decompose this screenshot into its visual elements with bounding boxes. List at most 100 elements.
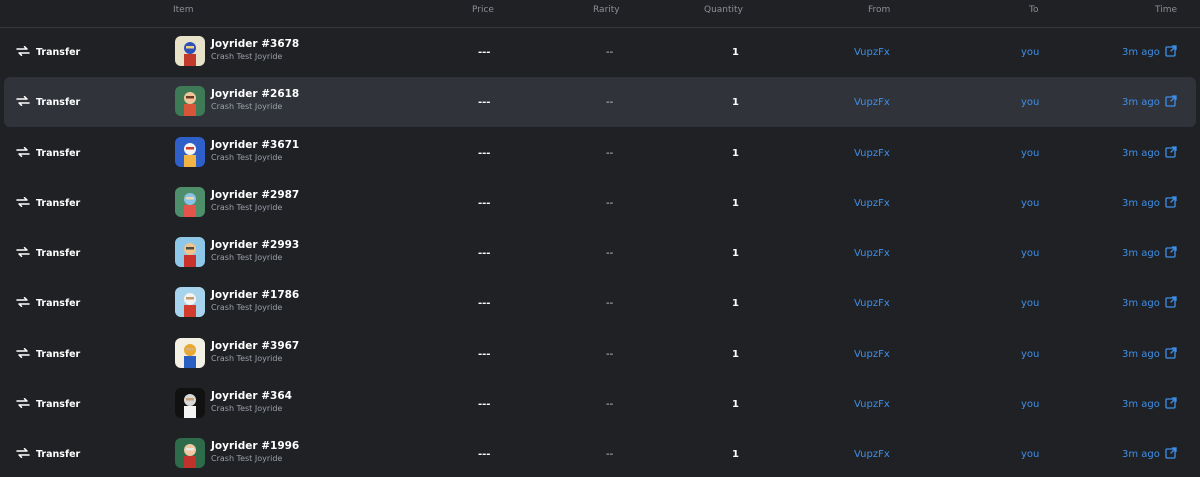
from-link[interactable]: VupzFx [854,278,890,328]
collection-name[interactable]: Crash Test Joyride [211,302,299,313]
table-row[interactable]: Transfer Joyrider #2618 Crash Test Joyri… [4,77,1196,127]
collection-name[interactable]: Crash Test Joyride [211,152,299,163]
nft-thumbnail[interactable] [175,338,205,368]
table-row[interactable]: Transfer Joyrider #364 Crash Test Joyrid… [4,379,1196,429]
external-link-icon[interactable] [1160,195,1177,211]
time-link[interactable]: 3m ago [1122,278,1177,328]
time-label[interactable]: 3m ago [1122,198,1160,209]
time-link[interactable]: 3m ago [1122,329,1177,379]
table-row[interactable]: Transfer Joyrider #2993 Crash Test Joyri… [4,228,1196,278]
item-info: Joyrider #3678 Crash Test Joyride [211,38,299,62]
to-link[interactable]: you [1021,128,1039,178]
event-label: Transfer [36,348,81,360]
external-link-icon[interactable] [1160,396,1177,412]
nft-thumbnail[interactable] [175,388,205,418]
external-link-icon[interactable] [1160,145,1177,161]
transfer-arrows-icon [16,246,36,260]
time-link[interactable]: 3m ago [1122,77,1177,127]
nft-thumbnail[interactable] [175,187,205,217]
transfer-arrows-icon [16,196,36,210]
transfer-arrows-icon [16,146,36,160]
time-label[interactable]: 3m ago [1122,248,1160,259]
item-name-link[interactable]: Joyrider #3967 [211,340,299,353]
time-link[interactable]: 3m ago [1122,429,1177,477]
time-label[interactable]: 3m ago [1122,97,1160,108]
collection-name[interactable]: Crash Test Joyride [211,51,299,62]
to-link[interactable]: you [1021,379,1039,429]
from-link[interactable]: VupzFx [854,429,890,477]
item-name-link[interactable]: Joyrider #364 [211,390,292,403]
from-link[interactable]: VupzFx [854,178,890,228]
external-link-icon[interactable] [1160,94,1177,110]
time-link[interactable]: 3m ago [1122,379,1177,429]
event-cell: Transfer [16,27,80,77]
item-name-link[interactable]: Joyrider #3671 [211,139,299,152]
time-label[interactable]: 3m ago [1122,148,1160,159]
external-link-icon[interactable] [1160,346,1177,362]
to-link[interactable]: you [1021,77,1039,127]
nft-thumbnail[interactable] [175,438,205,468]
collection-name[interactable]: Crash Test Joyride [211,101,299,112]
external-link-icon[interactable] [1160,44,1177,60]
collection-name[interactable]: Crash Test Joyride [211,453,299,464]
item-name-link[interactable]: Joyrider #2993 [211,239,299,252]
from-link[interactable]: VupzFx [854,128,890,178]
event-cell: Transfer [16,77,80,127]
rarity-value: -- [606,197,614,209]
time-label[interactable]: 3m ago [1122,349,1160,360]
rarity-value: -- [606,247,614,259]
activity-table: Item Price Rarity Quantity From To Time … [0,0,1200,477]
external-link-icon[interactable] [1160,245,1177,261]
price-value: --- [478,297,491,309]
to-link[interactable]: you [1021,228,1039,278]
nft-thumbnail[interactable] [175,36,205,66]
time-label[interactable]: 3m ago [1122,47,1160,58]
to-link[interactable]: you [1021,278,1039,328]
table-row[interactable]: Transfer Joyrider #3967 Crash Test Joyri… [4,329,1196,379]
collection-name[interactable]: Crash Test Joyride [211,252,299,263]
from-link[interactable]: VupzFx [854,27,890,77]
from-link[interactable]: VupzFx [854,228,890,278]
from-link[interactable]: VupzFx [854,329,890,379]
nft-thumbnail[interactable] [175,237,205,267]
quantity-value: 1 [732,297,739,309]
table-row[interactable]: Transfer Joyrider #2987 Crash Test Joyri… [4,178,1196,228]
to-link[interactable]: you [1021,27,1039,77]
external-link-icon[interactable] [1160,446,1177,462]
nft-thumbnail[interactable] [175,287,205,317]
table-row[interactable]: Transfer Joyrider #3671 Crash Test Joyri… [4,128,1196,178]
collection-name[interactable]: Crash Test Joyride [211,202,299,213]
item-name-link[interactable]: Joyrider #1996 [211,440,299,453]
collection-name[interactable]: Crash Test Joyride [211,353,299,364]
nft-thumbnail[interactable] [175,86,205,116]
time-link[interactable]: 3m ago [1122,178,1177,228]
time-label[interactable]: 3m ago [1122,399,1160,410]
time-label[interactable]: 3m ago [1122,449,1160,460]
time-link[interactable]: 3m ago [1122,228,1177,278]
to-link[interactable]: you [1021,329,1039,379]
event-label: Transfer [36,247,81,259]
item-name-link[interactable]: Joyrider #2618 [211,88,299,101]
item-info: Joyrider #1996 Crash Test Joyride [211,440,299,464]
time-label[interactable]: 3m ago [1122,298,1160,309]
time-link[interactable]: 3m ago [1122,27,1177,77]
item-name-link[interactable]: Joyrider #3678 [211,38,299,51]
time-link[interactable]: 3m ago [1122,128,1177,178]
event-cell: Transfer [16,228,80,278]
nft-thumbnail[interactable] [175,137,205,167]
table-row[interactable]: Transfer Joyrider #3678 Crash Test Joyri… [4,27,1196,77]
to-link[interactable]: you [1021,178,1039,228]
item-name-link[interactable]: Joyrider #2987 [211,189,299,202]
from-link[interactable]: VupzFx [854,77,890,127]
from-link[interactable]: VupzFx [854,379,890,429]
collection-name[interactable]: Crash Test Joyride [211,403,292,414]
item-name-link[interactable]: Joyrider #1786 [211,289,299,302]
to-link[interactable]: you [1021,429,1039,477]
external-link-icon[interactable] [1160,295,1177,311]
table-row[interactable]: Transfer Joyrider #1786 Crash Test Joyri… [4,278,1196,328]
event-cell: Transfer [16,329,80,379]
event-cell: Transfer [16,128,80,178]
transfer-arrows-icon [16,296,36,310]
table-row[interactable]: Transfer Joyrider #1996 Crash Test Joyri… [4,429,1196,477]
event-cell: Transfer [16,379,80,429]
